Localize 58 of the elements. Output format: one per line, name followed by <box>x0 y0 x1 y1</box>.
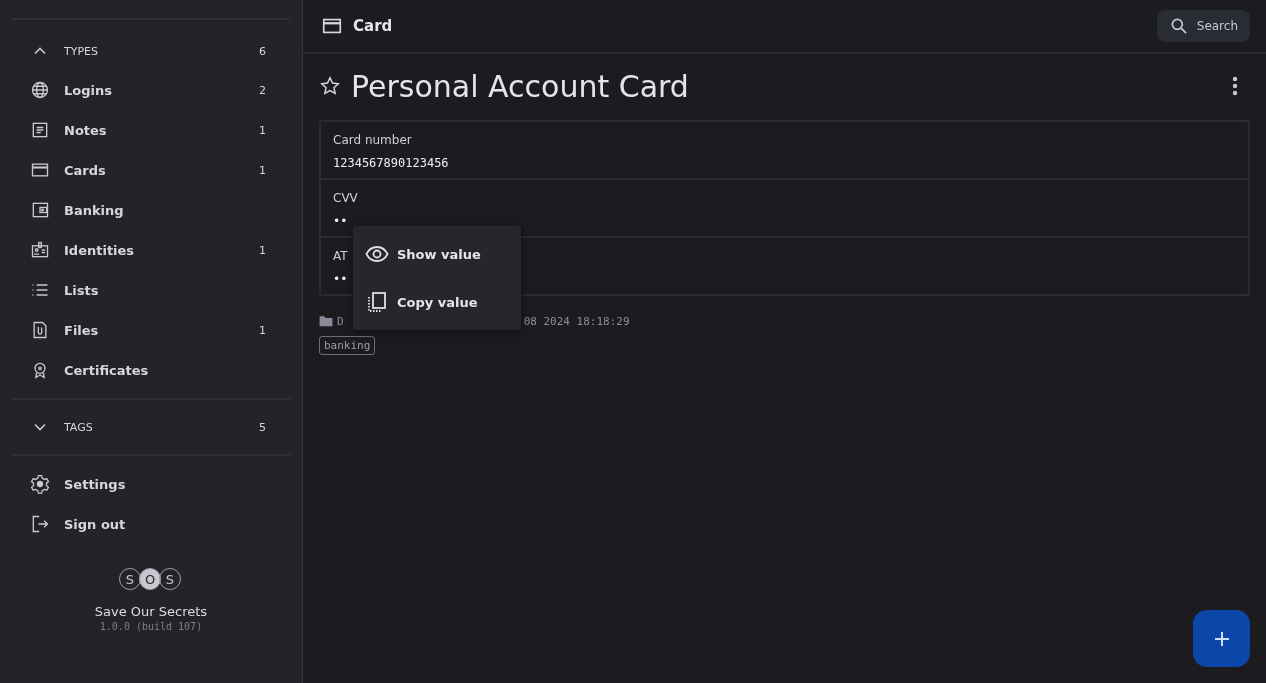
item-label: Identities <box>64 242 136 258</box>
settings-item[interactable]: Settings <box>12 464 290 504</box>
settings-icon <box>30 474 50 494</box>
secret-title: Personal Account Card <box>351 68 690 104</box>
sidebar-item[interactable]: Identities 1 <box>12 230 290 270</box>
count: 1 <box>259 123 266 137</box>
folder-name: D <box>337 314 344 328</box>
item-label: Cards <box>64 162 107 178</box>
types-section-toggle[interactable]: TYPES 6 <box>12 32 290 70</box>
tags-section-toggle[interactable]: TAGS 5 <box>12 408 290 446</box>
count: 5 <box>259 420 266 434</box>
tag[interactable]: banking <box>319 336 376 355</box>
count: 2 <box>259 83 266 97</box>
sidebar-item[interactable]: Lists <box>12 270 290 310</box>
version-text: 1.0.0 (build 107) <box>99 621 203 632</box>
item-label: Certificates <box>64 362 150 378</box>
wallet-icon <box>30 200 50 220</box>
field-value[interactable]: 1234567890123456 <box>333 156 449 170</box>
sign-out-item[interactable]: Sign out <box>12 504 290 544</box>
item-label: Settings <box>64 476 127 492</box>
date-text: 08 2024 18:18:29 <box>523 314 630 328</box>
page-title: Card <box>353 17 394 35</box>
search-button[interactable]: Search <box>1156 10 1250 42</box>
section-label: TAGS <box>64 420 94 434</box>
item-label: Lists <box>64 282 100 298</box>
section-label: TYPES <box>64 44 99 58</box>
item-label: Files <box>64 322 100 338</box>
menu-item[interactable]: Copy value <box>353 278 521 326</box>
item-label: Notes <box>64 122 108 138</box>
globe-icon <box>30 80 50 100</box>
folder-icon <box>319 315 333 327</box>
field-label: AT <box>333 249 348 263</box>
sidebar-item[interactable]: Notes 1 <box>12 110 290 150</box>
logo: S O S <box>121 568 181 590</box>
item-label: Logins <box>64 82 113 98</box>
field-label: CVV <box>333 191 358 205</box>
item-label: Banking <box>64 202 125 218</box>
sidebar-item[interactable]: Certificates <box>12 350 290 390</box>
field-label: Card number <box>333 133 412 147</box>
copy-icon <box>365 290 389 314</box>
count: 1 <box>259 243 266 257</box>
item-label: Sign out <box>64 516 127 532</box>
field-value[interactable]: •• <box>333 272 348 286</box>
app-name: Save Our Secrets <box>94 604 208 619</box>
menu-item[interactable]: Show value <box>353 230 521 278</box>
exit-icon <box>30 514 50 534</box>
sidebar-item[interactable]: Banking <box>12 190 290 230</box>
star-icon[interactable] <box>319 75 341 97</box>
count: 6 <box>259 44 266 58</box>
sidebar-item[interactable]: Files 1 <box>12 310 290 350</box>
more-icon[interactable] <box>1232 76 1238 96</box>
sidebar-item[interactable]: Cards 1 <box>12 150 290 190</box>
field-value[interactable]: •• <box>333 214 348 228</box>
note-icon <box>30 120 50 140</box>
sidebar-item[interactable]: Logins 2 <box>12 70 290 110</box>
count: 1 <box>259 163 266 177</box>
id-card-icon <box>30 240 50 260</box>
count: 1 <box>259 323 266 337</box>
